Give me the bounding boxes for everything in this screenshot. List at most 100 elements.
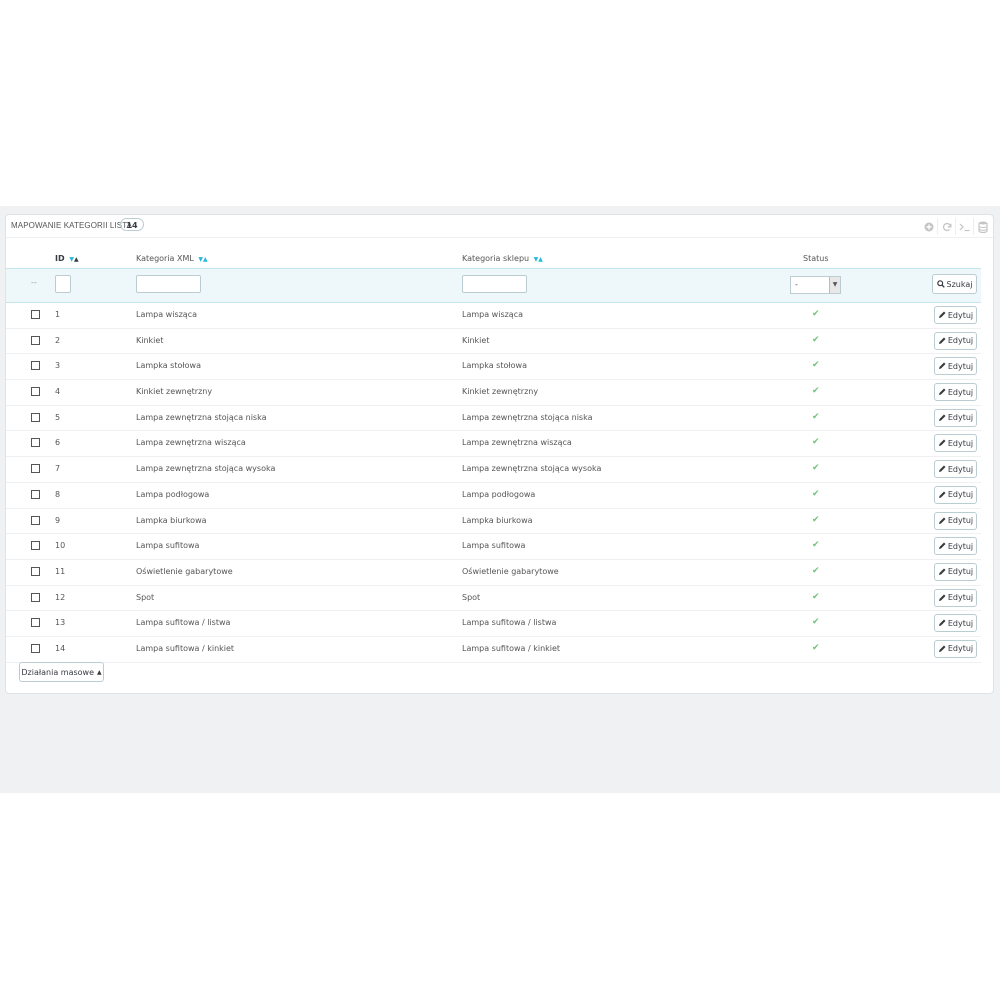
column-header-shop-category[interactable]: Kategoria sklepu ▼▲ [462, 254, 543, 263]
pencil-icon [938, 542, 946, 550]
row-checkbox[interactable] [31, 310, 40, 319]
row-shop-category: Lampa wisząca [462, 310, 524, 319]
edit-label: Edytuj [947, 593, 974, 603]
row-checkbox[interactable] [31, 361, 40, 371]
row-id: 10 [55, 541, 66, 551]
row-checkbox[interactable] [31, 541, 40, 551]
check-icon[interactable]: ✔ [812, 412, 820, 422]
table-row: 9 Lampka biurkowa Lampka biurkowa ✔ Edytuj [6, 509, 981, 535]
table-row: 12 Spot Spot ✔ Edytuj [6, 586, 981, 612]
edit-button[interactable]: Edytuj [934, 562, 977, 581]
row-shop-category: Lampa zewnętrzna stojąca wysoka [462, 464, 602, 474]
edit-label: Edytuj [947, 516, 974, 525]
sql-terminal-icon[interactable] [955, 218, 973, 235]
table-row: 13 Lampa sufitowa / listwa Lampa sufitowa … [6, 611, 981, 637]
panel-heading: Mapowanie kategorii Lista 14 [6, 215, 993, 238]
edit-button[interactable]: Edytuj [934, 383, 977, 402]
check-icon[interactable]: ✔ [812, 386, 820, 396]
row-checkbox[interactable] [31, 618, 40, 628]
sort-icons[interactable]: ▼▲ [69, 256, 78, 263]
pencil-icon [938, 645, 946, 652]
row-xml-category: Lampa wisząca [136, 310, 198, 319]
check-icon[interactable]: ✔ [812, 540, 820, 550]
sort-icons[interactable]: ▼▲ [198, 256, 207, 263]
edit-button[interactable]: Edytuj [934, 460, 977, 479]
bulk-actions-button[interactable]: Działania masowe ▲ [19, 662, 104, 682]
pencil-icon [938, 388, 946, 396]
check-icon[interactable]: ✔ [812, 309, 820, 319]
filter-status-select[interactable]: - ▼ [790, 276, 841, 294]
filter-placeholder: -- [31, 278, 37, 287]
row-checkbox[interactable] [31, 412, 40, 422]
check-icon[interactable]: ✔ [812, 463, 820, 473]
edit-button[interactable]: Edytuj [934, 434, 977, 453]
row-checkbox[interactable] [31, 387, 40, 397]
row-id: 1 [55, 310, 61, 319]
table-row: 6 Lampa zewnętrzna wisząca Lampa zewnętrzn… [6, 431, 981, 458]
check-icon[interactable]: ✔ [812, 515, 820, 525]
row-checkbox[interactable] [31, 438, 40, 448]
check-icon[interactable]: ✔ [812, 437, 820, 447]
search-icon [936, 280, 945, 288]
edit-button[interactable]: Edytuj [934, 357, 977, 376]
filter-xml-category-input[interactable] [136, 275, 201, 293]
column-header-id[interactable]: ID ▼▲ [55, 254, 79, 263]
row-id: 11 [55, 566, 66, 576]
row-checkbox[interactable] [31, 489, 40, 499]
edit-button[interactable]: Edytuj [934, 485, 977, 504]
edit-button[interactable]: Edytuj [934, 639, 977, 658]
check-icon[interactable]: ✔ [812, 360, 820, 370]
row-id: 5 [55, 412, 61, 422]
row-checkbox[interactable] [31, 464, 40, 474]
search-button[interactable]: Szukaj [932, 274, 977, 294]
row-id: 6 [55, 438, 61, 448]
category-mapping-panel: Mapowanie kategorii Lista 14 ID [5, 214, 994, 694]
row-xml-category: Lampa zewnętrzna stojąca wysoka [136, 464, 276, 474]
database-icon[interactable] [973, 218, 991, 235]
column-header-xml-category[interactable]: Kategoria XML ▼▲ [136, 254, 208, 263]
row-xml-category: Kinkiet [136, 335, 164, 345]
sort-icons[interactable]: ▼▲ [534, 256, 543, 263]
admin-content-area: Mapowanie kategorii Lista 14 ID [0, 206, 1000, 793]
add-icon[interactable] [920, 218, 937, 235]
edit-button[interactable]: Edytuj [934, 331, 977, 350]
table-row: 2 Kinkiet Kinkiet ✔ Edytuj [6, 329, 981, 355]
edit-label: Edytuj [947, 336, 974, 346]
row-checkbox[interactable] [31, 592, 40, 602]
pencil-icon [938, 619, 946, 627]
panel-title: Mapowanie kategorii Lista [11, 221, 133, 230]
row-checkbox[interactable] [31, 566, 40, 576]
edit-label: Edytuj [947, 438, 974, 448]
row-id: 12 [55, 592, 66, 602]
row-id: 2 [55, 335, 61, 345]
check-icon[interactable]: ✔ [812, 335, 820, 345]
table-row: 8 Lampa podłogowa Lampa podłogowa ✔ Edytuj [6, 483, 981, 509]
edit-button[interactable]: Edytuj [934, 588, 977, 607]
check-icon[interactable]: ✔ [812, 566, 820, 576]
edit-button[interactable]: Edytuj [934, 306, 977, 324]
row-checkbox[interactable] [31, 643, 40, 653]
table-header: ID ▼▲ Kategoria XML ▼▲ Kategoria sklepu … [6, 252, 993, 268]
check-icon[interactable]: ✔ [812, 592, 820, 602]
check-icon[interactable]: ✔ [812, 489, 820, 499]
row-id: 13 [55, 618, 66, 628]
row-xml-category: Lampka biurkowa [136, 515, 207, 525]
filter-shop-category-input[interactable] [462, 275, 527, 293]
edit-button[interactable]: Edytuj [934, 537, 977, 556]
row-checkbox[interactable] [31, 335, 40, 345]
filter-id-input[interactable] [55, 275, 71, 293]
row-shop-category: Oświetlenie gabarytowe [462, 566, 559, 576]
edit-button[interactable]: Edytuj [934, 614, 977, 633]
pencil-icon [938, 568, 946, 575]
check-icon[interactable]: ✔ [812, 617, 820, 627]
check-icon[interactable]: ✔ [812, 643, 820, 653]
row-xml-category: Lampa zewnętrzna stojąca niska [136, 412, 267, 422]
row-checkbox[interactable] [31, 515, 40, 525]
edit-button[interactable]: Edytuj [934, 511, 977, 530]
row-xml-category: Spot [136, 592, 155, 602]
row-xml-category: Lampa sufitowa / listwa [136, 618, 231, 628]
refresh-icon[interactable] [937, 218, 955, 235]
edit-button[interactable]: Edytuj [934, 408, 977, 427]
filter-status-value: - [795, 280, 798, 289]
table-row: 14 Lampa sufitowa / kinkiet Lampa sufitowa… [6, 637, 981, 663]
